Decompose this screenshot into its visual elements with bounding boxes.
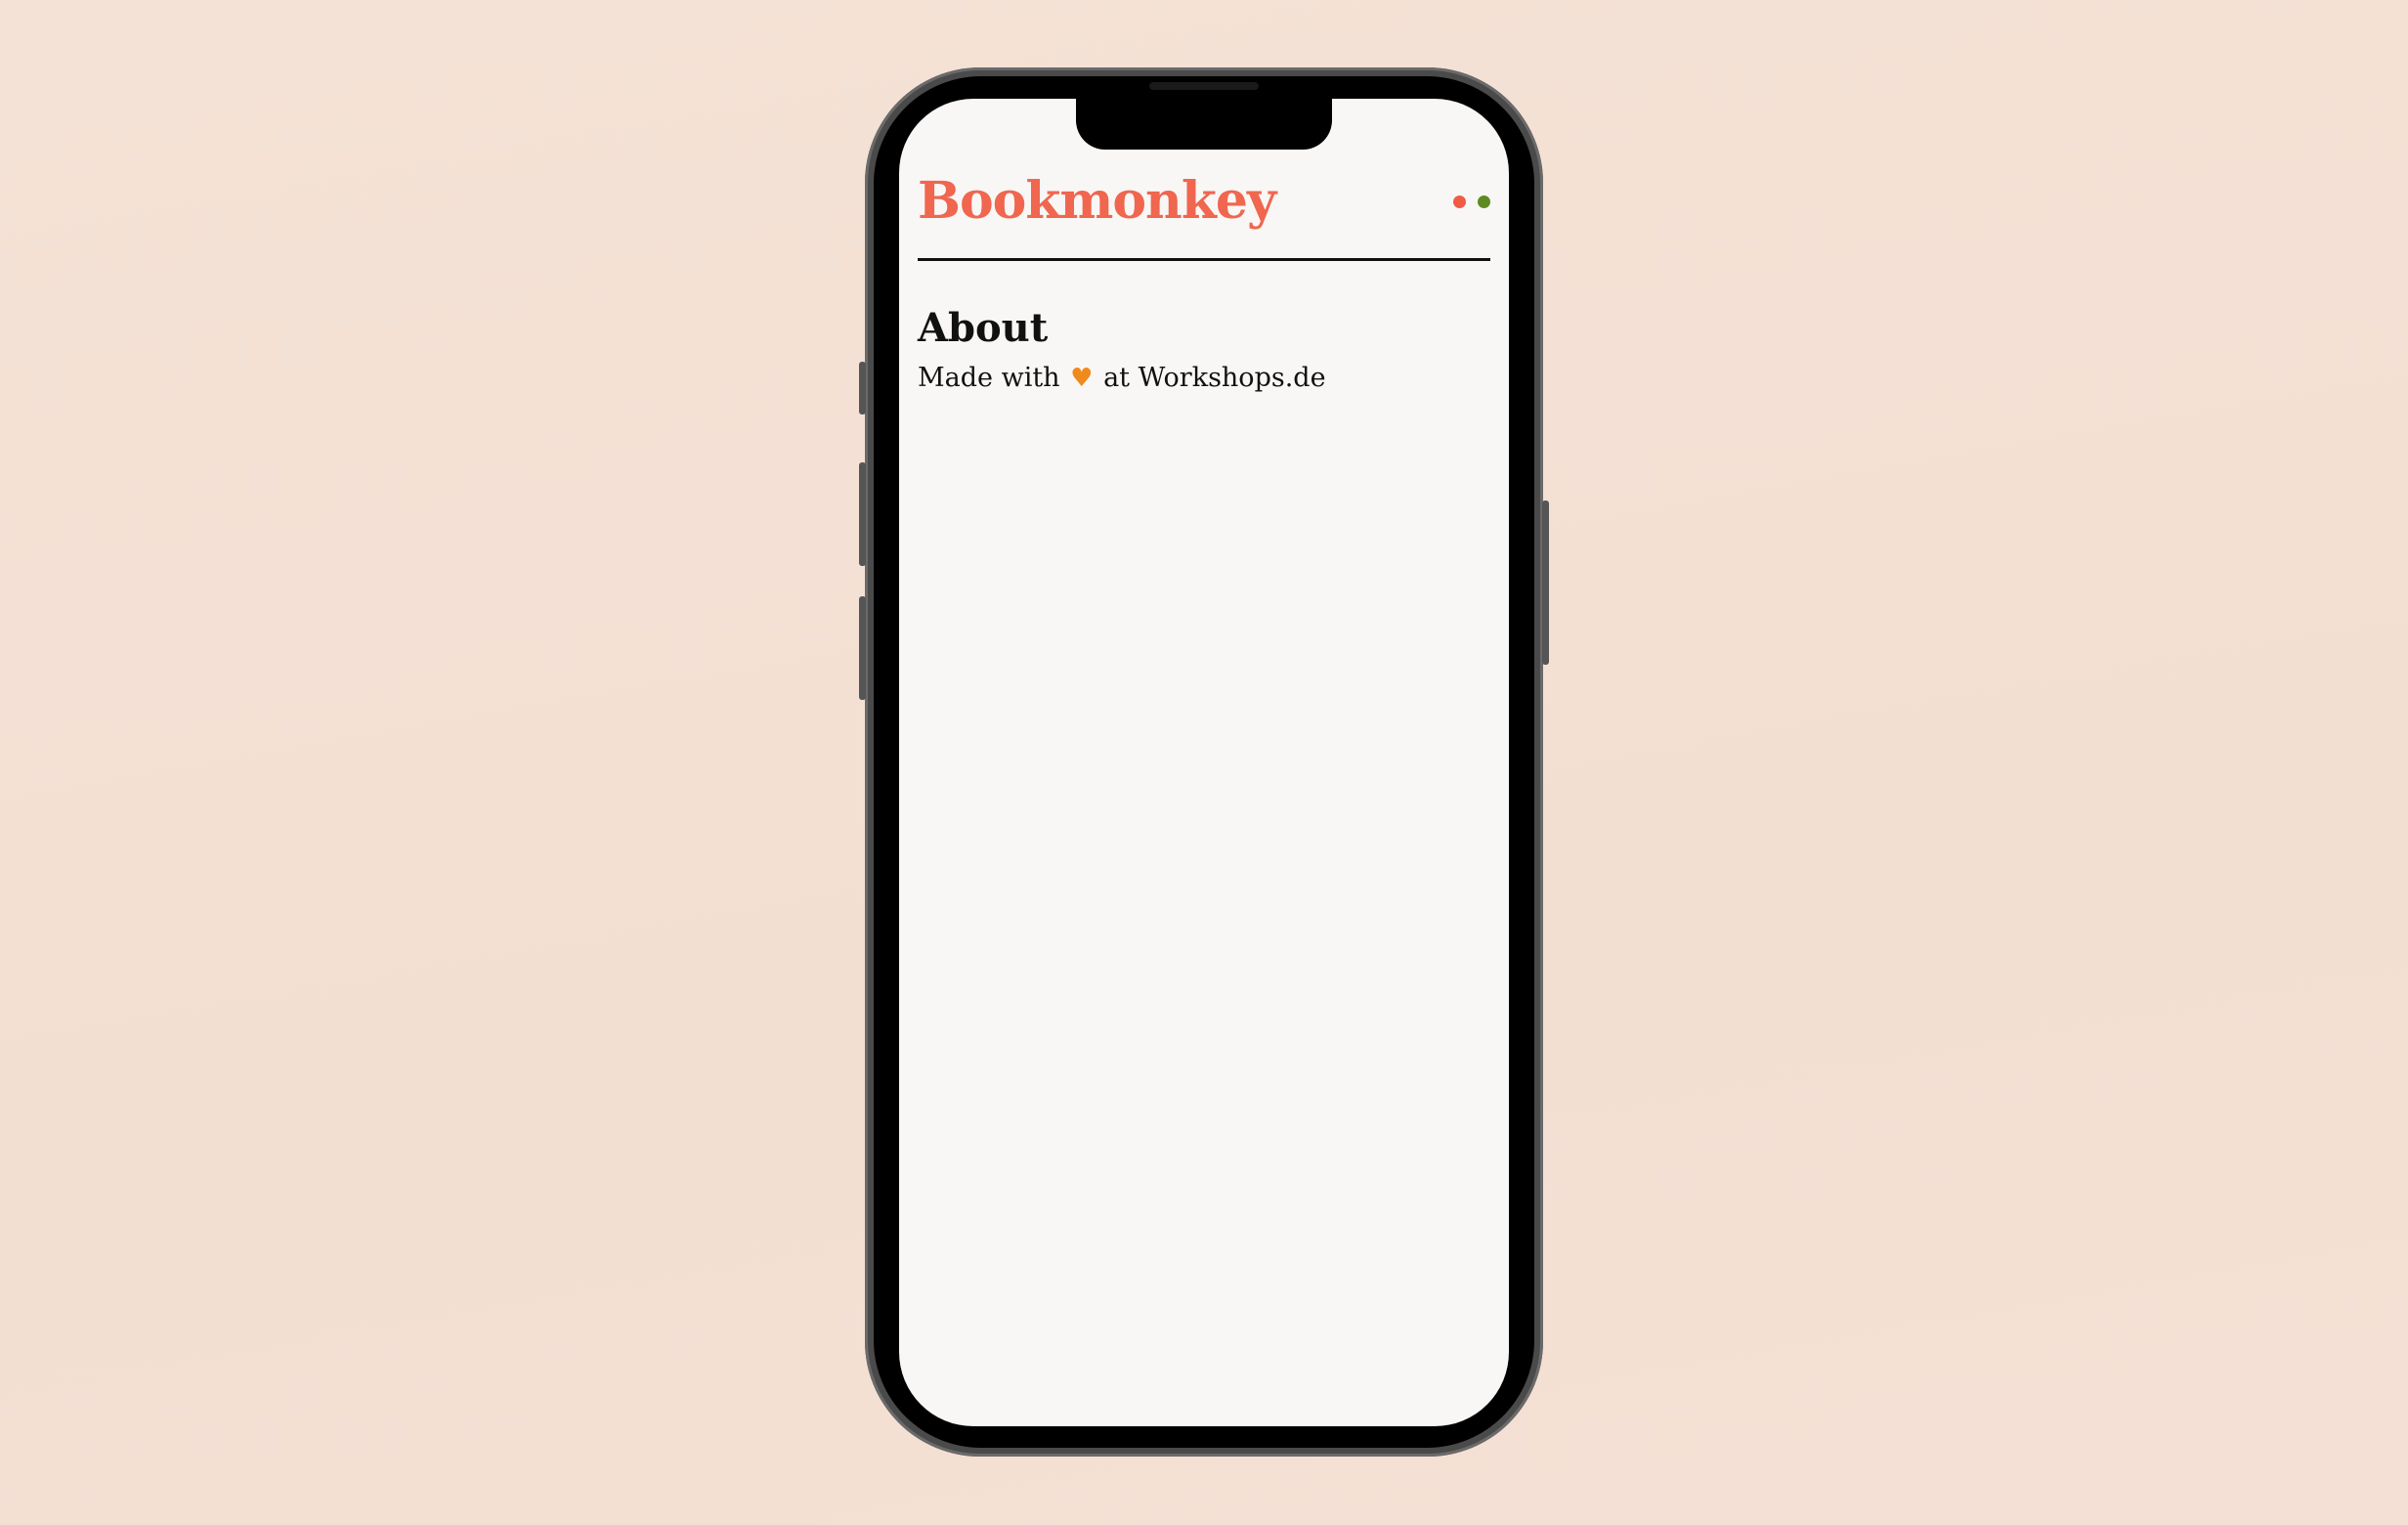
page-heading: About xyxy=(918,305,1049,351)
app-header: Bookmonkey xyxy=(918,167,1490,261)
status-indicators xyxy=(1453,196,1490,208)
workshops-link[interactable]: Workshops.de xyxy=(1139,363,1326,393)
phone-speaker xyxy=(1149,82,1259,90)
phone-screen: Bookmonkey About Made with ♥ at Workshop… xyxy=(899,99,1509,1426)
about-text-prefix: Made with xyxy=(918,363,1060,393)
silent-switch xyxy=(859,362,866,414)
volume-down-button xyxy=(859,596,866,700)
volume-up-button xyxy=(859,462,866,566)
about-text-connector: at xyxy=(1103,363,1131,393)
app-title[interactable]: Bookmonkey xyxy=(918,167,1276,236)
about-text: Made with ♥ at Workshops.de xyxy=(918,359,1326,398)
red-dot-icon xyxy=(1453,196,1466,208)
heart-icon: ♥ xyxy=(1070,364,1094,393)
power-button xyxy=(1542,501,1549,665)
page-background: Bookmonkey About Made with ♥ at Workshop… xyxy=(0,0,2408,1525)
phone-notch xyxy=(1076,96,1332,150)
green-dot-icon xyxy=(1478,196,1490,208)
